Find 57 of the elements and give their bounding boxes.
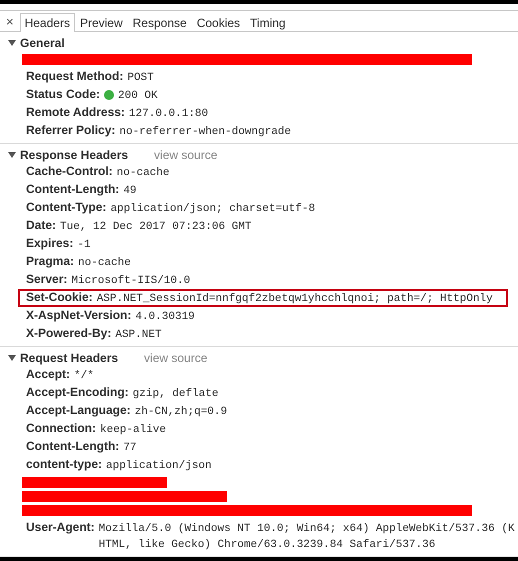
header-value: application/json; charset=utf-8 (110, 202, 316, 218)
header-name: Pragma: (26, 253, 74, 270)
header-name: Connection: (26, 420, 96, 438)
status-dot-icon (104, 90, 114, 100)
header-name: Content-Length: (26, 438, 120, 456)
header-name: Date: (26, 217, 56, 234)
header-name: Content-Length: (26, 181, 120, 198)
header-name: Referrer Policy: (26, 122, 116, 140)
header-value: Tue, 12 Dec 2017 07:23:06 GMT (60, 220, 252, 236)
header-value: 77 (123, 441, 137, 456)
header-name: Server: (26, 271, 68, 288)
header-value: Mozilla/5.0 (Windows NT 10.0; Win64; x64) AppleWebKit/537.36 (KHTML, like Gecko) Chrome/63.0.3239.84 Safari/537.36 (98, 522, 516, 554)
header-value: ASP.NET (115, 328, 162, 344)
tab[interactable]: Timing (245, 12, 291, 32)
header-value: gzip, deflate (132, 387, 218, 402)
header-value: ASP.NET_SessionId=nnfgqf2zbetqw1yhcchlqnoi; path=/; HttpOnly (96, 292, 493, 308)
tab[interactable]: Response (128, 12, 192, 32)
header-name: Remote Address: (26, 104, 125, 122)
header-name: content-type: (26, 456, 102, 474)
section-title[interactable]: Request Headers (20, 350, 118, 365)
header-value: zh-CN,zh;q=0.9 (134, 405, 228, 420)
header-value: 4.0.30319 (135, 310, 195, 326)
tab[interactable]: Headers (20, 12, 75, 32)
section-title[interactable]: Response Headers (20, 148, 128, 162)
header-name: Request Method: (26, 68, 124, 86)
header-value: 200 OK (118, 89, 158, 104)
header-name: Accept: (26, 366, 70, 384)
header-value: no-cache (78, 256, 131, 272)
header-name: Expires: (26, 235, 74, 252)
expand-triangle-icon[interactable] (8, 38, 16, 47)
header-name: Status Code: (26, 86, 100, 104)
header-name: Set-Cookie: (26, 289, 93, 306)
close-button[interactable]: × (0, 10, 20, 32)
tab[interactable]: Preview (74, 12, 128, 32)
header-name: Accept-Encoding: (26, 384, 129, 402)
header-value: no-referrer-when-downgrade (119, 125, 292, 140)
header-value: Microsoft-IIS/10.0 (71, 274, 190, 290)
header-value: 127.0.0.1:80 (128, 107, 208, 122)
header-name: X-AspNet-Version: (26, 307, 132, 324)
header-name: User-Agent: (26, 519, 95, 536)
header-name: Content-Type: (26, 199, 106, 216)
expand-triangle-icon[interactable] (8, 354, 16, 362)
header-value: -1 (77, 238, 91, 254)
view-source-link[interactable]: view source (144, 350, 208, 365)
header-value: keep-alive (100, 423, 166, 438)
header-name: Cache-Control: (26, 163, 113, 180)
expand-triangle-icon[interactable] (8, 150, 16, 159)
header-name: Accept-Language: (26, 402, 131, 420)
header-name: X-Powered-By: (26, 325, 112, 342)
view-source-link[interactable]: view source (154, 148, 218, 162)
section-title[interactable]: General (20, 36, 65, 50)
header-value: */* (74, 369, 94, 384)
header-value: no-cache (116, 166, 170, 182)
tab[interactable]: Cookies (192, 12, 246, 32)
header-value: POST (127, 71, 154, 86)
header-value: 49 (123, 184, 137, 200)
header-value: application/json (106, 459, 212, 474)
